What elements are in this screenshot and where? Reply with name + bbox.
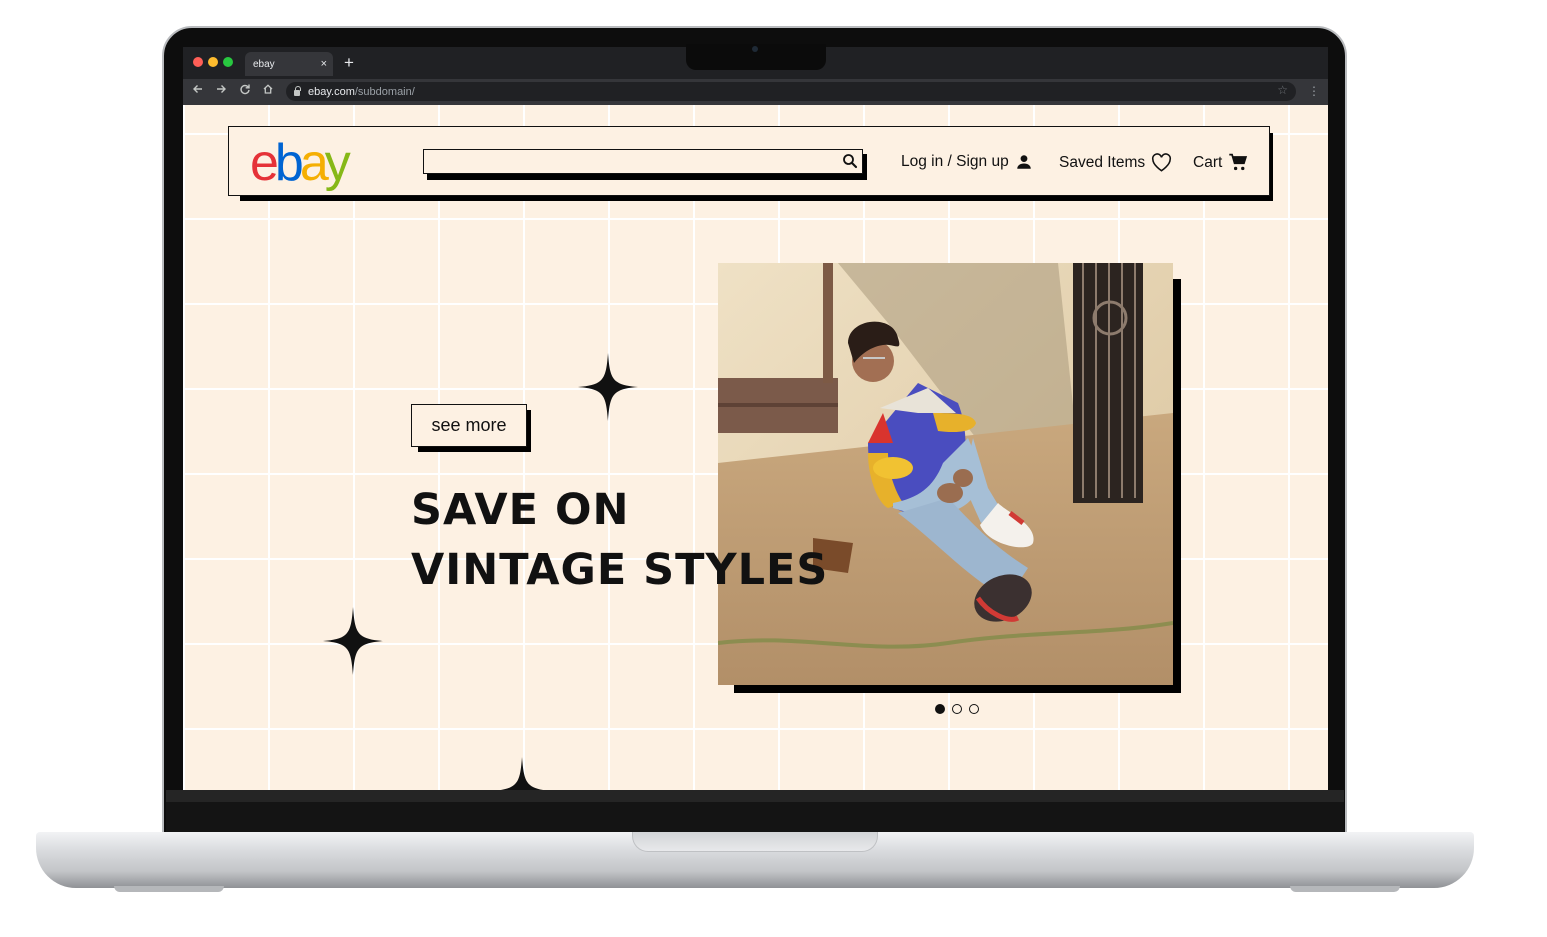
site-header: ebay Log in / Sign up Saved Items Cart	[228, 126, 1270, 196]
back-icon[interactable]	[192, 83, 204, 99]
forward-icon[interactable]	[215, 83, 227, 99]
camera-icon	[752, 46, 758, 52]
minimize-window-button[interactable]	[208, 57, 218, 67]
maximize-window-button[interactable]	[223, 57, 233, 67]
address-bar[interactable]: ebay.com /subdomain/ ☆	[286, 82, 1296, 101]
headline-line-2: VINTAGE STYLES	[411, 545, 829, 595]
heart-icon	[1152, 153, 1172, 172]
saved-items-link[interactable]: Saved Items	[1059, 153, 1172, 172]
logo-letter-b: b	[274, 134, 304, 192]
laptop-opening-notch	[632, 832, 878, 852]
see-more-button[interactable]: see more	[411, 404, 527, 447]
ebay-logo[interactable]: ebay	[250, 134, 351, 192]
new-tab-button[interactable]: +	[344, 53, 354, 73]
hero-headline: SAVE ON VINTAGE STYLES	[411, 480, 891, 600]
reload-icon[interactable]	[239, 83, 251, 99]
logo-letter-e: e	[250, 134, 279, 192]
lock-icon	[294, 85, 301, 96]
saved-items-label: Saved Items	[1059, 153, 1146, 171]
screen-bottom-bezel	[166, 790, 1344, 835]
ebay-page: ebay Log in / Sign up Saved Items Cart s…	[183, 105, 1328, 790]
logo-letter-y: y	[324, 134, 351, 192]
sparkle-icon	[500, 757, 544, 790]
login-link[interactable]: Log in / Sign up	[901, 153, 1033, 171]
bookmark-star-icon[interactable]: ☆	[1277, 83, 1288, 97]
headline-line-1: SAVE ON	[411, 485, 630, 535]
laptop-foot-right	[1290, 886, 1400, 892]
sparkle-icon	[578, 353, 638, 421]
carousel-dot-2[interactable]	[952, 704, 962, 714]
laptop-foot-left	[114, 886, 224, 892]
search-icon[interactable]	[841, 152, 859, 170]
browser-menu-icon[interactable]: ⋮	[1308, 84, 1320, 98]
cart-icon	[1229, 153, 1248, 171]
hero-photo	[718, 263, 1173, 685]
url-path: /subdomain/	[354, 85, 415, 98]
tab-close-icon[interactable]: ×	[321, 58, 327, 70]
login-label: Log in / Sign up	[901, 153, 1009, 170]
close-window-button[interactable]	[193, 57, 203, 67]
user-icon	[1016, 155, 1031, 169]
carousel-dots	[935, 704, 979, 714]
logo-letter-a: a	[299, 134, 329, 192]
cart-link[interactable]: Cart	[1193, 153, 1248, 172]
browser-tab[interactable]: ebay ×	[245, 52, 333, 76]
carousel-dot-3[interactable]	[969, 704, 979, 714]
cart-label: Cart	[1193, 153, 1223, 171]
tab-title: ebay	[253, 58, 275, 70]
home-icon[interactable]	[262, 83, 274, 99]
carousel-dot-1[interactable]	[935, 704, 945, 714]
search-input[interactable]	[423, 149, 863, 174]
sparkle-icon	[323, 607, 383, 675]
url-host: ebay.com	[308, 85, 355, 98]
